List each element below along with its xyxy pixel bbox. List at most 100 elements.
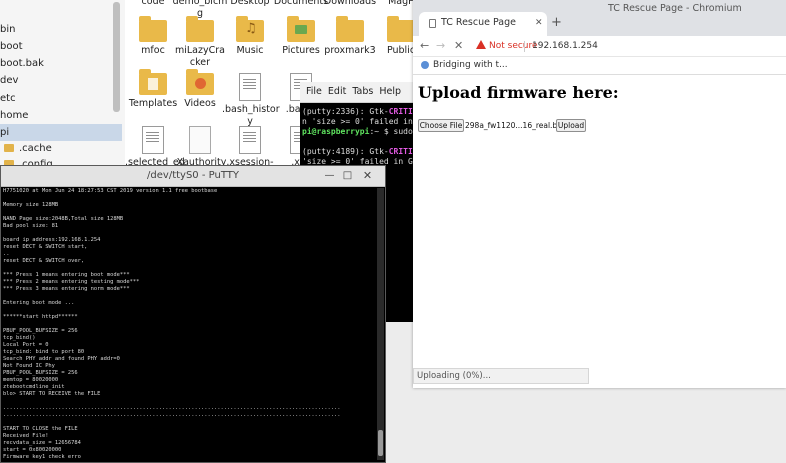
file-item[interactable]: Videos (172, 69, 228, 110)
console-line: ******start httpd****** (3, 314, 78, 320)
address-bar[interactable]: 192.168.1.254 (532, 36, 598, 56)
file-item[interactable]: Downloads (322, 0, 378, 8)
file-item[interactable]: demo_bicm g (172, 0, 228, 20)
tree-item-label: dev (0, 75, 19, 86)
upload-button[interactable]: Upload (556, 119, 586, 132)
folder-tree: binbootboot.bakdevetchomepi.cache.config (0, 0, 126, 170)
file-item[interactable]: Documents (273, 0, 329, 8)
tree-scrollbar[interactable] (113, 2, 120, 112)
tree-item-label: boot.bak (0, 58, 44, 69)
file-item[interactable]: .xsession- (222, 126, 278, 169)
folder-icon (4, 144, 14, 152)
file-item-label: Documents (273, 0, 329, 7)
tree-item[interactable]: home (0, 107, 122, 124)
terminal-text: n 'size >= 0' failed in Gt (302, 117, 418, 126)
console-line: *** Press 1 means entering boot mode*** (3, 272, 130, 278)
console-line: NAND Page size:2048B,Total size 128MB (3, 216, 124, 222)
music-folder-icon: ♫ (236, 16, 264, 42)
folder-icon (387, 16, 415, 42)
terminal-text: pi@raspberrypi (302, 127, 370, 136)
file-item[interactable]: Desktop (222, 0, 278, 8)
file-item-label: Downloads (323, 0, 377, 7)
putty-scrollbar-thumb[interactable] (378, 430, 383, 456)
tree-item-label: pi (0, 127, 10, 138)
console-line: tcp_bind: bind to port 80 (3, 349, 85, 355)
putty-window: /dev/ttyS0 - PuTTY — □ ✕ H7751020 at Mon… (0, 165, 386, 463)
tree-item[interactable]: dev (0, 72, 122, 89)
warning-icon[interactable] (476, 40, 486, 49)
tree-item[interactable]: boot.bak (0, 55, 122, 72)
folder-icon (186, 16, 214, 42)
minimize-icon[interactable]: — (323, 169, 336, 182)
console-line: recvdata_size = 12656784 (3, 440, 81, 446)
putty-console[interactable]: H7751020 at Mon Jun 24 18:27:53 CST 2019… (3, 188, 375, 460)
file-item-label: .bash_histor y (222, 104, 280, 127)
page-heading: Upload firmware here: (418, 83, 619, 102)
tree-item-label: etc (0, 93, 16, 104)
file-item[interactable]: .Xauthority (172, 126, 228, 169)
bookmark-item[interactable]: Bridging with t... (433, 57, 508, 74)
status-bubble: Uploading (0%)... (413, 368, 589, 384)
folder-icon (336, 16, 364, 42)
console-line: *** Press 2 means entering testing mode*… (3, 279, 140, 285)
file-item-label: Videos (184, 98, 216, 109)
terminal-text: :~ $ sudo pu (369, 127, 418, 136)
console-line: Bad pool size: 81 (3, 223, 59, 229)
menu-item[interactable]: Tabs (352, 86, 373, 97)
putty-titlebar[interactable]: /dev/ttyS0 - PuTTY — □ ✕ (1, 166, 385, 187)
tree-item[interactable]: etc (0, 90, 122, 107)
putty-scrollbar[interactable] (377, 188, 384, 460)
maximize-icon[interactable]: □ (341, 169, 354, 182)
browser-window-title: TC Rescue Page - Chromium (608, 3, 742, 14)
console-line: ........................................… (3, 412, 341, 418)
file-item[interactable]: proxmark3 (322, 16, 378, 57)
selected-file-name: 298a_fw1120...16_real.bin (465, 121, 565, 130)
close-icon[interactable]: ✕ (361, 169, 374, 182)
terminal-output: (putty:2336): Gtk-CRITICALn 'size >= 0' … (300, 103, 418, 167)
stop-icon[interactable]: ✕ (454, 36, 463, 56)
templates-folder-icon (139, 69, 167, 95)
choose-file-button[interactable]: Choose File (418, 119, 464, 132)
folder-icon (139, 16, 167, 42)
tree-item[interactable]: bin (0, 21, 122, 38)
console-line: Not Found IC Phy (3, 363, 55, 369)
tree-item[interactable]: boot (0, 38, 122, 55)
file-item-label: miLazyCra cker (175, 45, 225, 68)
close-tab-icon[interactable]: ✕ (535, 15, 543, 31)
videos-folder-icon (186, 69, 214, 95)
console-line: memtop = 80020000 (3, 377, 59, 383)
file-item[interactable]: ♫ Music (222, 16, 278, 57)
console-line: Memory size 128MB (3, 202, 59, 208)
browser-tabstrip: TC Rescue Page ✕ + (413, 12, 786, 36)
terminal-line: n 'size >= 0' failed in Gt (300, 117, 418, 127)
tree-item[interactable]: .cache (0, 140, 126, 157)
bookmarks-bar: Bridging with t... (413, 57, 786, 75)
security-indicator[interactable]: Not secure (489, 36, 538, 56)
tree-item-label: boot (0, 41, 23, 52)
browser-tab-label: TC Rescue Page (441, 17, 516, 28)
console-line: Firmware key1 check erro (3, 454, 81, 460)
tree-item[interactable]: pi (0, 124, 122, 141)
console-line: board ip address:192.168.1.254 (3, 237, 101, 243)
browser-tab[interactable]: TC Rescue Page ✕ (419, 12, 547, 36)
page-content: Upload firmware here: Choose File 298a_f… (413, 75, 786, 389)
file-item[interactable]: Pictures (273, 16, 329, 57)
file-item[interactable]: .bash_histor y (222, 73, 280, 128)
menu-item[interactable]: Edit (328, 86, 346, 97)
bookmark-icon (421, 61, 429, 69)
menu-item[interactable]: File (306, 86, 322, 97)
file-item[interactable]: miLazyCra cker (172, 16, 228, 69)
terminal-menubar: File Edit Tabs Help (300, 82, 418, 103)
forward-icon[interactable]: → (436, 36, 445, 56)
menu-item[interactable]: Help (379, 86, 401, 97)
new-tab-icon[interactable]: + (551, 13, 562, 33)
back-icon[interactable]: ← (420, 36, 429, 56)
console-line: ........................................… (3, 405, 341, 411)
